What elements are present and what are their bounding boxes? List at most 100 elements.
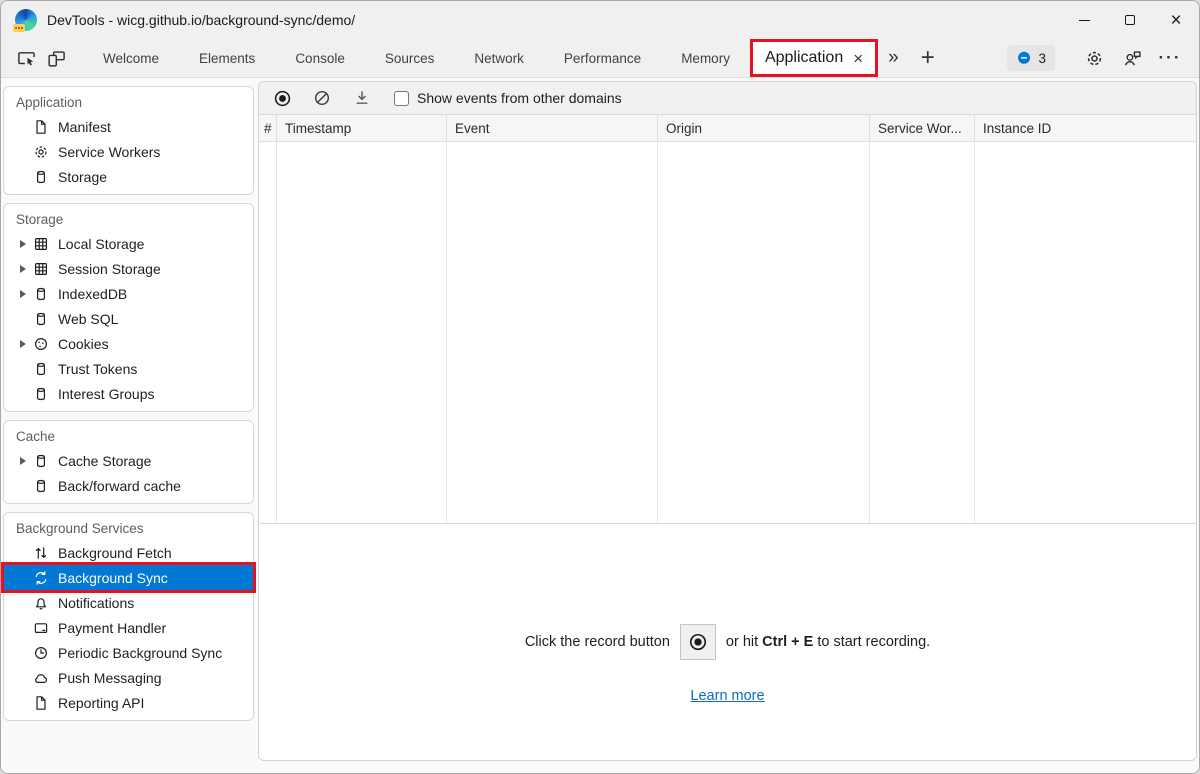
- learn-more-link[interactable]: Learn more: [690, 688, 764, 704]
- tab-welcome[interactable]: Welcome: [83, 39, 179, 77]
- sidebar-item-indexeddb[interactable]: IndexedDB: [4, 281, 253, 306]
- settings-button[interactable]: [1079, 43, 1109, 73]
- tab-close-icon[interactable]: ×: [853, 50, 863, 67]
- sidebar-item-label: Cache Storage: [58, 453, 151, 469]
- sidebar-item-label: Periodic Background Sync: [58, 645, 222, 661]
- issues-counter-button[interactable]: 3: [1007, 45, 1055, 71]
- sidebar-item-label: Notifications: [58, 595, 134, 611]
- inspect-element-button[interactable]: [11, 43, 41, 73]
- column-header-event: Event: [447, 115, 658, 141]
- sidebar-item-label: Session Storage: [58, 261, 161, 277]
- new-tab-button[interactable]: +: [909, 44, 947, 72]
- feedback-person-icon: [1123, 49, 1142, 68]
- sidebar-item-back-forward-cache[interactable]: Back/forward cache: [4, 473, 253, 498]
- up-down-arrows-icon: [32, 544, 49, 561]
- clock-icon: [32, 644, 49, 661]
- more-options-icon: ···: [1159, 48, 1182, 68]
- sidebar-item-cache-storage[interactable]: Cache Storage: [4, 448, 253, 473]
- sidebar-item-local-storage[interactable]: Local Storage: [4, 231, 253, 256]
- sidebar-section-storage: Storage Local Storage Session Storage In…: [3, 203, 254, 412]
- tab-console[interactable]: Console: [275, 39, 365, 77]
- tab-application-annotated[interactable]: Application ×: [750, 39, 878, 77]
- sidebar-item-web-sql[interactable]: Web SQL: [4, 306, 253, 331]
- expand-arrow-icon[interactable]: [20, 340, 26, 348]
- sidebar-item-session-storage[interactable]: Session Storage: [4, 256, 253, 281]
- section-title: Cache: [4, 421, 253, 448]
- window-title: DevTools - wicg.github.io/background-syn…: [47, 12, 355, 28]
- sidebar-item-label: Service Workers: [58, 144, 160, 160]
- sidebar-item-label: Back/forward cache: [58, 478, 181, 494]
- cloud-icon: [32, 669, 49, 686]
- more-options-button[interactable]: ···: [1155, 43, 1185, 73]
- events-table-header: # Timestamp Event Origin Service Wor... …: [259, 115, 1196, 142]
- application-sidebar: Application Manifest Service Workers Sto…: [3, 78, 254, 761]
- inline-record-button[interactable]: [680, 624, 716, 660]
- table-icon: [32, 260, 49, 277]
- sidebar-item-label: Cookies: [58, 336, 109, 352]
- tab-network[interactable]: Network: [454, 39, 544, 77]
- sidebar-item-label: Interest Groups: [58, 386, 155, 402]
- sidebar-item-storage[interactable]: Storage: [4, 164, 253, 189]
- tab-application-label: Application: [765, 49, 843, 67]
- clear-button[interactable]: [312, 88, 332, 108]
- sidebar-item-cookies[interactable]: Cookies: [4, 331, 253, 356]
- sidebar-item-label: Background Fetch: [58, 545, 172, 561]
- sidebar-item-label: Push Messaging: [58, 670, 162, 686]
- gear-icon: [32, 143, 49, 160]
- issues-chat-icon: [1016, 50, 1032, 66]
- sidebar-item-trust-tokens[interactable]: Trust Tokens: [4, 356, 253, 381]
- show-events-checkbox-label: Show events from other domains: [417, 90, 622, 106]
- devtools-tab-bar: Welcome Elements Console Sources Network…: [1, 39, 1199, 78]
- maximize-button[interactable]: [1107, 1, 1153, 39]
- sidebar-item-service-workers[interactable]: Service Workers: [4, 139, 253, 164]
- tab-sources[interactable]: Sources: [365, 39, 455, 77]
- database-icon: [32, 168, 49, 185]
- section-title: Storage: [4, 204, 253, 231]
- recording-empty-state: Click the record button or hit Ctrl + E …: [259, 523, 1196, 760]
- sidebar-item-push-messaging[interactable]: Push Messaging: [4, 665, 253, 690]
- database-icon: [32, 385, 49, 402]
- minimize-button[interactable]: [1061, 1, 1107, 39]
- panel-tabs: Welcome Elements Console Sources Network…: [83, 39, 878, 77]
- sidebar-item-manifest[interactable]: Manifest: [4, 114, 253, 139]
- database-icon: [32, 452, 49, 469]
- tab-elements[interactable]: Elements: [179, 39, 275, 77]
- download-icon: [353, 89, 371, 107]
- expand-arrow-icon[interactable]: [20, 240, 26, 248]
- sidebar-item-reporting-api[interactable]: Reporting API: [4, 690, 253, 715]
- database-icon: [32, 310, 49, 327]
- column-header-origin: Origin: [658, 115, 870, 141]
- document-icon: [32, 118, 49, 135]
- application-panel: Application Manifest Service Workers Sto…: [1, 78, 1199, 773]
- empty-state-text-after: to start recording.: [817, 634, 930, 650]
- column-header-number: #: [259, 115, 277, 141]
- tab-memory[interactable]: Memory: [661, 39, 750, 77]
- record-button[interactable]: [272, 88, 292, 108]
- close-button[interactable]: ×: [1153, 1, 1199, 39]
- empty-state-text-before: Click the record button: [525, 634, 670, 650]
- sidebar-item-label: Reporting API: [58, 695, 144, 711]
- expand-arrow-icon[interactable]: [20, 290, 26, 298]
- sidebar-item-payment-handler[interactable]: Payment Handler: [4, 615, 253, 640]
- sidebar-item-interest-groups[interactable]: Interest Groups: [4, 381, 253, 406]
- minimize-icon: [1079, 20, 1090, 21]
- sidebar-item-label: Local Storage: [58, 236, 144, 252]
- edge-devtools-app-icon: [15, 9, 37, 31]
- expand-arrow-icon[interactable]: [20, 457, 26, 465]
- sidebar-item-periodic-background-sync[interactable]: Periodic Background Sync: [4, 640, 253, 665]
- maximize-icon: [1125, 15, 1135, 25]
- feedback-button[interactable]: [1117, 43, 1147, 73]
- expand-arrow-icon[interactable]: [20, 265, 26, 273]
- device-toolbar-button[interactable]: [41, 43, 71, 73]
- sidebar-item-notifications[interactable]: Notifications: [4, 590, 253, 615]
- show-events-checkbox[interactable]: [394, 91, 409, 106]
- sidebar-item-background-fetch[interactable]: Background Fetch: [4, 540, 253, 565]
- tab-performance[interactable]: Performance: [544, 39, 661, 77]
- more-tabs-button[interactable]: »: [878, 47, 909, 69]
- sidebar-item-background-sync[interactable]: Background Sync: [4, 565, 253, 590]
- tabbar-right-icons: ···: [1069, 43, 1185, 73]
- sync-icon: [32, 569, 49, 586]
- background-sync-panel: Show events from other domains # Timesta…: [258, 81, 1197, 761]
- cookie-icon: [32, 335, 49, 352]
- save-events-button[interactable]: [352, 88, 372, 108]
